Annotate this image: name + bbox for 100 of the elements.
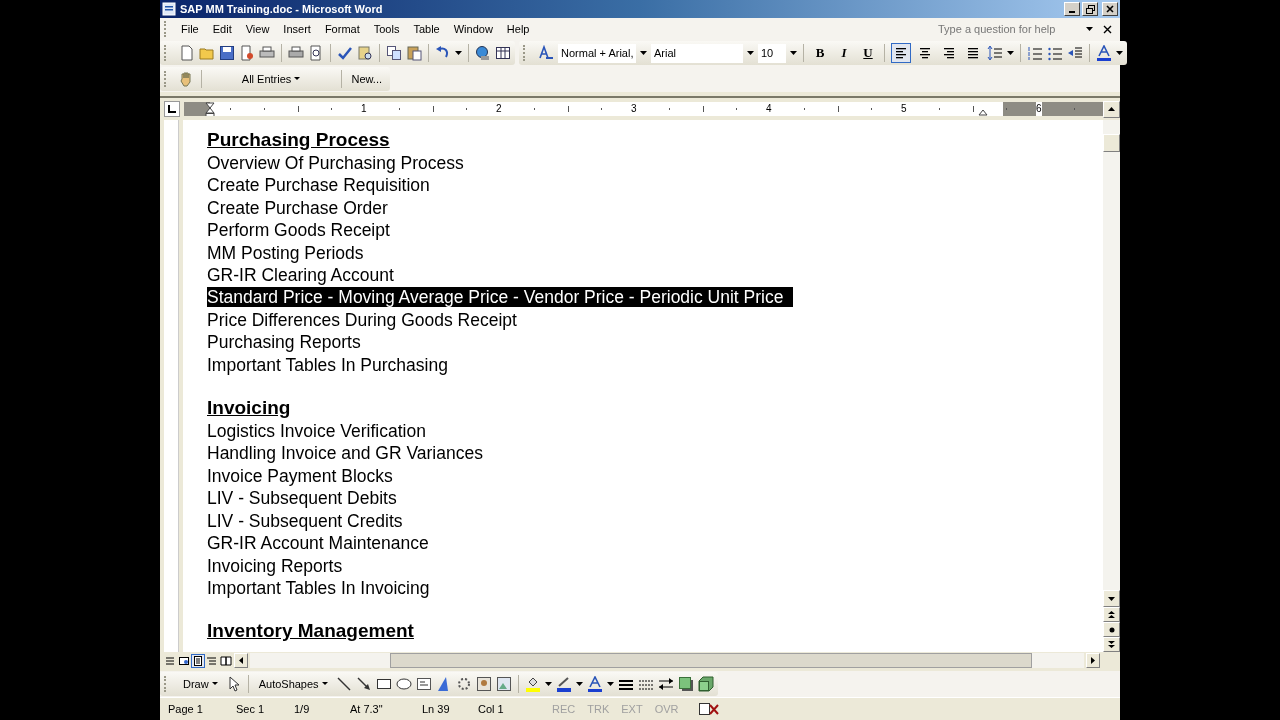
menu-item[interactable]: Insert: [277, 21, 319, 37]
styles-icon[interactable]: [538, 45, 554, 61]
fill-color-icon[interactable]: [524, 676, 541, 692]
line-color-icon[interactable]: [555, 676, 572, 692]
dropdown-arrow-icon[interactable]: [747, 51, 754, 55]
bullet-list-icon[interactable]: [1047, 45, 1063, 61]
permission-icon[interactable]: [239, 45, 255, 61]
menu-item[interactable]: Table: [407, 21, 448, 37]
restore-icon: [1085, 4, 1095, 14]
printer-icon[interactable]: [288, 45, 304, 61]
new-document-icon[interactable]: [179, 45, 195, 61]
font-dropdown[interactable]: Arial: [651, 43, 743, 63]
tab-selector[interactable]: [164, 101, 180, 117]
minimize-button[interactable]: [1064, 2, 1080, 16]
format-button[interactable]: U: [858, 43, 878, 63]
dropdown-arrow-icon[interactable]: [455, 51, 462, 55]
previous-page-button[interactable]: [1103, 607, 1120, 622]
decrease-indent-icon[interactable]: [1067, 45, 1083, 61]
normal-view-icon[interactable]: [164, 654, 176, 667]
rectangle-icon[interactable]: [375, 676, 392, 692]
caret-icon: [321, 682, 328, 686]
outline-view-icon[interactable]: [206, 654, 218, 667]
spelling-icon[interactable]: [337, 45, 353, 61]
globe-link-icon[interactable]: [475, 45, 491, 61]
menu-item[interactable]: Format: [318, 21, 368, 37]
print-layout-icon[interactable]: [192, 654, 204, 667]
reading-layout-icon[interactable]: [220, 654, 232, 667]
font-color-icon[interactable]: [1096, 45, 1112, 61]
menu-item[interactable]: Edit: [206, 21, 240, 37]
copy-icon[interactable]: [386, 45, 402, 61]
print-preview-icon[interactable]: [308, 45, 324, 61]
scroll-right-button[interactable]: [1086, 653, 1100, 668]
cube-icon[interactable]: [697, 676, 714, 692]
scroll-up-button[interactable]: [1103, 100, 1120, 118]
save-icon[interactable]: [219, 45, 235, 61]
document-line: Create Purchase Order: [207, 197, 388, 218]
dropdown-arrow-icon[interactable]: [575, 682, 583, 686]
restore-button[interactable]: [1082, 2, 1098, 16]
format-button[interactable]: B: [810, 43, 830, 63]
horizontal-scroll-thumb[interactable]: [390, 653, 1032, 668]
browse-object-button[interactable]: [1103, 622, 1120, 637]
scroll-left-button[interactable]: [234, 653, 248, 668]
font-size-dropdown[interactable]: 10: [758, 43, 786, 63]
align-left-button[interactable]: [891, 43, 911, 63]
printer-icon[interactable]: [259, 45, 275, 61]
dropdown-arrow-icon[interactable]: [640, 51, 647, 55]
autoshapes-menu[interactable]: AutoShapes: [254, 676, 332, 692]
document-line: Price Differences During Goods Receipt: [207, 309, 517, 330]
style-dropdown[interactable]: Normal + Arial,: [558, 43, 636, 63]
line-icon[interactable]: [335, 676, 352, 692]
arrow-style-icon[interactable]: [657, 676, 674, 692]
oval-icon[interactable]: [395, 676, 412, 692]
help-search-field[interactable]: Type a question for help: [936, 22, 1080, 36]
dropdown-arrow-icon[interactable]: [790, 51, 797, 55]
format-button[interactable]: I: [834, 43, 854, 63]
spelling-status-icon[interactable]: [698, 702, 721, 716]
dropdown-arrow-icon[interactable]: [1007, 51, 1014, 55]
menu-item[interactable]: Tools: [367, 21, 408, 37]
image-icon[interactable]: [495, 676, 512, 692]
line-spacing-icon[interactable]: [987, 45, 1003, 61]
document-line: Logistics Invoice Verification: [207, 421, 426, 442]
all-entries-menu[interactable]: All Entries: [207, 71, 335, 87]
menu-item[interactable]: Window: [447, 21, 501, 37]
close-button[interactable]: [1102, 2, 1118, 16]
dropdown-arrow-icon[interactable]: [544, 682, 552, 686]
numbered-list-icon[interactable]: [1027, 45, 1043, 61]
indent-marker-icon[interactable]: [205, 102, 215, 116]
document-line: LIV - Subsequent Debits: [207, 488, 397, 509]
close-icon: [1106, 5, 1114, 13]
document-icon: [162, 2, 176, 16]
section-heading: Invoicing: [207, 396, 292, 421]
status-field: 1/9: [286, 703, 342, 715]
font-color-icon[interactable]: [586, 676, 603, 692]
document-line: Important Tables In Purchasing: [207, 354, 448, 375]
web-layout-icon[interactable]: [178, 654, 190, 667]
right-indent-marker-icon[interactable]: [978, 109, 988, 116]
dropdown-arrow-icon[interactable]: [1086, 27, 1093, 31]
scroll-thumb[interactable]: [1103, 134, 1120, 152]
window-title: SAP MM Training.doc - Microsoft Word: [180, 3, 383, 15]
dropdown-arrow-icon[interactable]: [1116, 51, 1123, 55]
table-icon[interactable]: [495, 45, 511, 61]
next-page-button[interactable]: [1103, 637, 1120, 652]
research-icon[interactable]: [357, 45, 373, 61]
ruler-number: 6: [1036, 102, 1042, 116]
text-box-icon[interactable]: [415, 676, 432, 692]
clip-art-icon[interactable]: [475, 676, 492, 692]
shadow-icon[interactable]: [677, 676, 694, 692]
align-right-icon: [942, 47, 956, 59]
close-icon[interactable]: [1103, 24, 1112, 34]
menu-item[interactable]: File: [175, 21, 207, 37]
menu-item[interactable]: Help: [500, 21, 538, 37]
document-line: Overview Of Purchasing Process: [207, 153, 464, 173]
paste-icon[interactable]: [406, 45, 422, 61]
scroll-down-button[interactable]: [1103, 590, 1120, 607]
menu-item[interactable]: View: [239, 21, 278, 37]
dropdown-arrow-icon[interactable]: [606, 682, 614, 686]
new-button[interactable]: New...: [347, 71, 386, 87]
diagram-icon[interactable]: [455, 676, 472, 692]
arrow-icon[interactable]: [355, 676, 372, 692]
draw-menu[interactable]: Draw: [179, 676, 222, 692]
